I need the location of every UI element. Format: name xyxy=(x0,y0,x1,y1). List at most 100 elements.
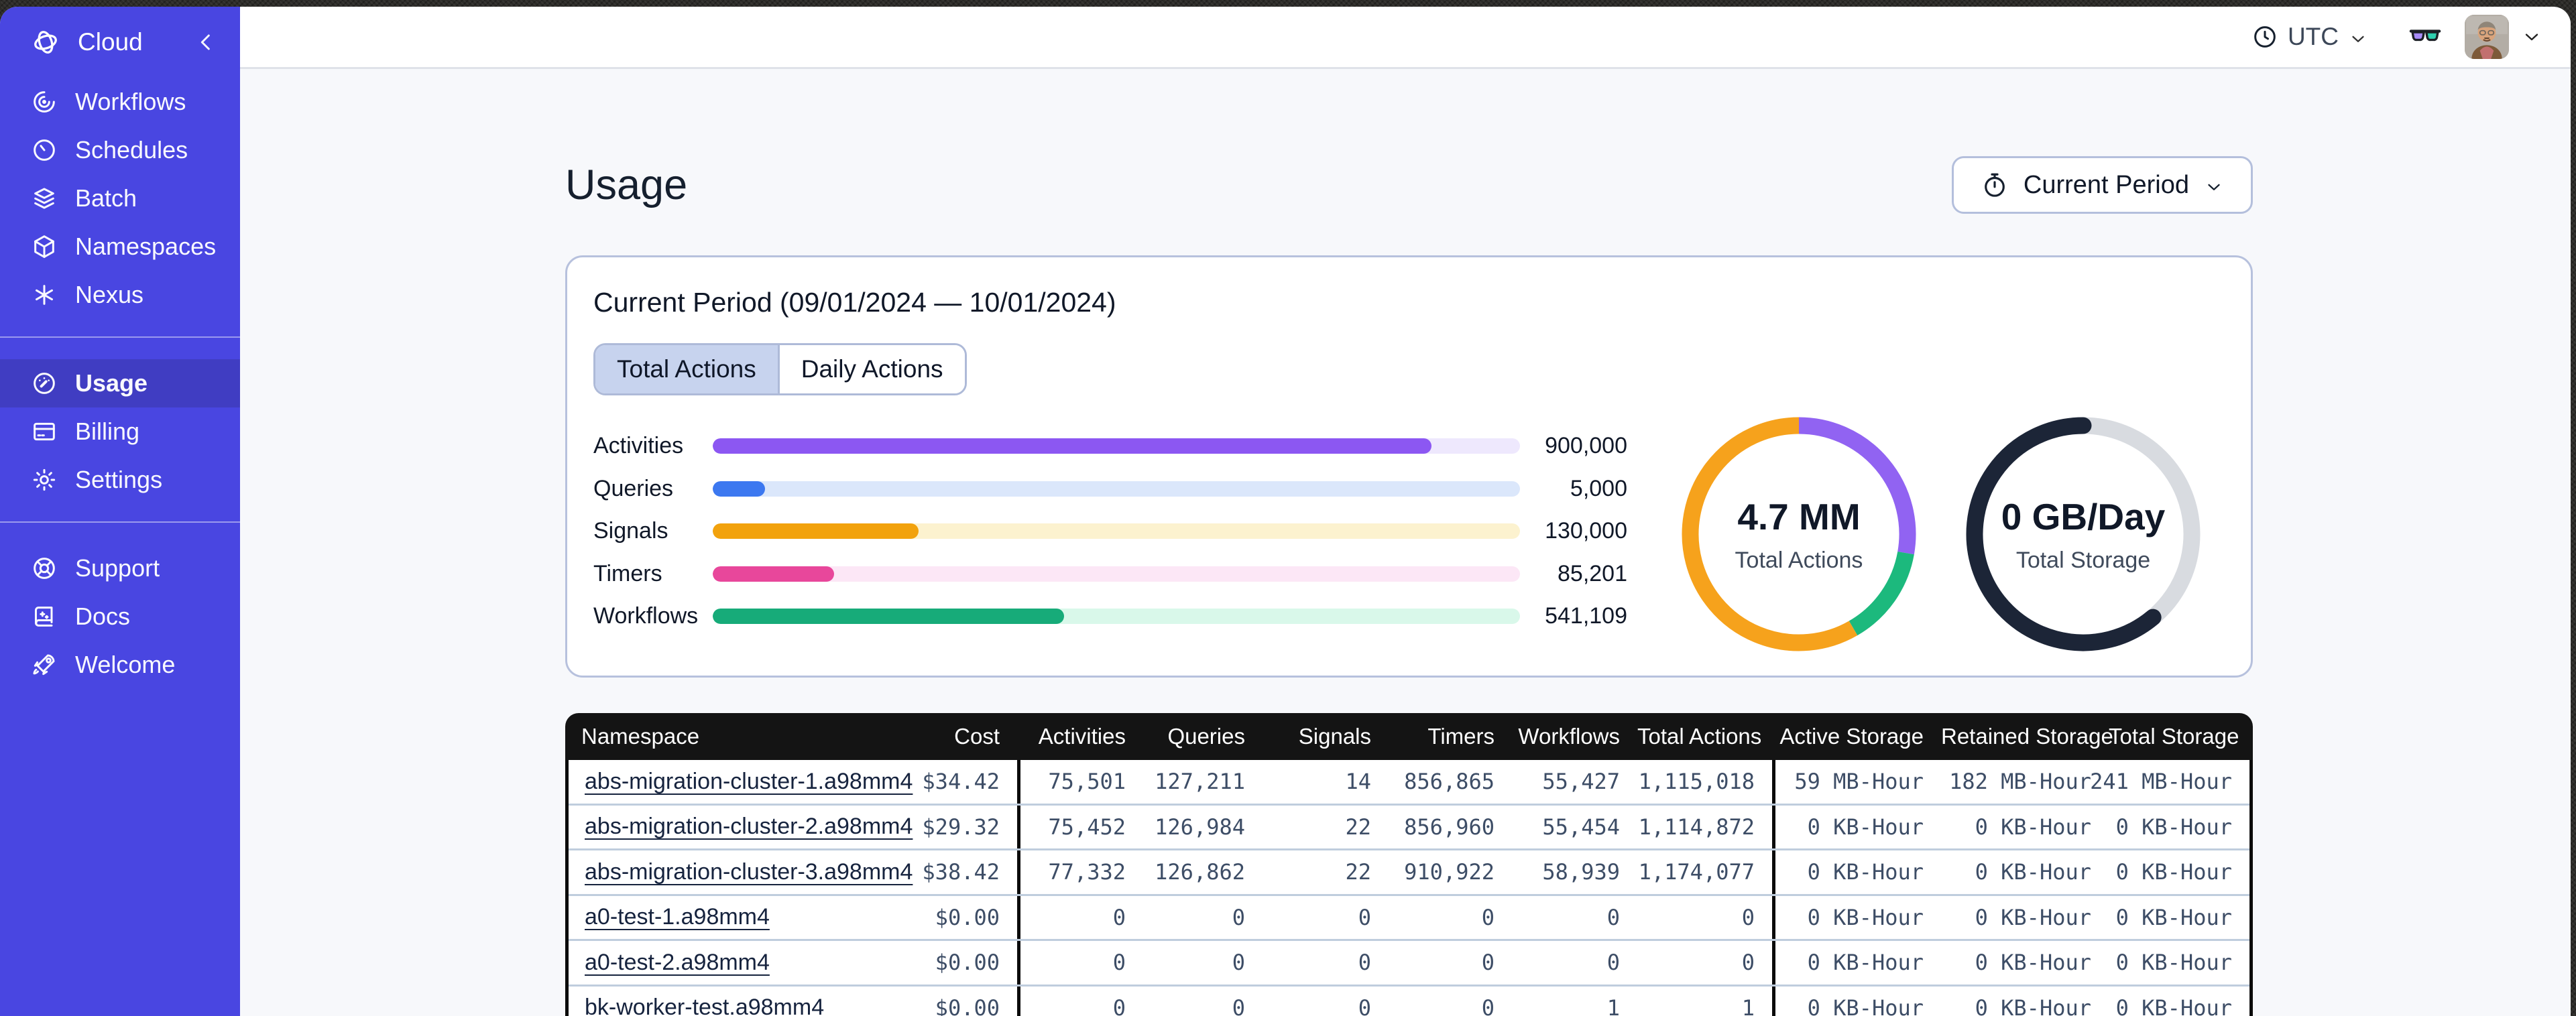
cell-activities: 0 xyxy=(1017,986,1143,1016)
cell-retained-storage: 0 KB-Hour xyxy=(1975,904,2091,930)
cell-active-storage: 0 KB-Hour xyxy=(1772,941,1941,985)
cell-workflows: 55,427 xyxy=(1542,769,1620,795)
table-header-total-storage: Total Storage xyxy=(2109,724,2239,749)
sidebar-collapse-button[interactable] xyxy=(193,29,220,56)
bar-value: 5,000 xyxy=(1570,475,1627,501)
sidebar-item-support[interactable]: Support xyxy=(0,544,240,592)
usage-bar-row-activities: Activities 900,000 xyxy=(593,425,1627,468)
user-menu-chevron-icon[interactable] xyxy=(2521,26,2542,48)
table-row: abs-migration-cluster-2.a98mm4 $29.32 75,4… xyxy=(569,803,2249,849)
temporal-logo-icon xyxy=(31,27,60,57)
cell-namespace: bk-worker-test.a98mm4 xyxy=(569,987,860,1016)
table-row: abs-migration-cluster-3.a98mm4 $38.42 77,3… xyxy=(569,848,2249,894)
cell-total-storage: 0 KB-Hour xyxy=(2115,859,2232,885)
sidebar-item-label: Schedules xyxy=(75,136,188,164)
docs-icon xyxy=(31,603,58,630)
sidebar-item-label: Docs xyxy=(75,602,131,630)
table-header-activities: Activities xyxy=(1038,724,1126,749)
cell-activities: 75,452 xyxy=(1017,805,1143,848)
donut-label: Total Storage xyxy=(2015,547,2151,573)
bar-label: Queries xyxy=(593,475,674,501)
tab-daily-actions[interactable]: Daily Actions xyxy=(777,345,965,393)
cell-namespace: a0-test-2.a98mm4 xyxy=(569,941,860,985)
cell-active-storage: 59 MB-Hour xyxy=(1772,760,1941,804)
sidebar-item-docs[interactable]: Docs xyxy=(0,592,240,641)
tab-total-actions[interactable]: Total Actions xyxy=(595,345,778,393)
sidebar-divider xyxy=(0,521,240,523)
cell-active-storage: 0 KB-Hour xyxy=(1772,986,1941,1016)
table-body: abs-migration-cluster-1.a98mm4 $34.42 75,5… xyxy=(565,760,2253,1016)
sidebar-brand[interactable]: Cloud xyxy=(0,7,240,78)
cell-retained-storage: 0 KB-Hour xyxy=(1975,995,2091,1016)
bar-track xyxy=(713,481,1520,497)
table-header-row: Namespace Cost Activities Queries Signals Tim… xyxy=(565,713,2253,760)
bar-track xyxy=(713,523,1520,539)
sidebar-item-settings[interactable]: Settings xyxy=(0,456,240,504)
usage-icon xyxy=(31,370,58,397)
user-avatar[interactable] xyxy=(2465,15,2509,59)
cell-timers: 0 xyxy=(1481,995,1495,1016)
namespace-link[interactable]: a0-test-1.a98mm4 xyxy=(585,904,770,930)
topbar: UTC xyxy=(240,7,2571,69)
cell-active-storage: 0 KB-Hour xyxy=(1772,805,1941,848)
cell-total-actions: 1 xyxy=(1741,995,1755,1016)
feedback-glasses-icon[interactable] xyxy=(2407,19,2443,55)
sidebar-item-batch[interactable]: Batch xyxy=(0,174,240,223)
sidebar-item-schedules[interactable]: Schedules xyxy=(0,126,240,174)
donut-center-text: 0 GB/Day Total Storage xyxy=(1962,413,2205,655)
cell-queries: 126,984 xyxy=(1155,814,1245,840)
usage-bar-row-workflows: Workflows 541,109 xyxy=(593,595,1627,638)
sidebar-item-label: Namespaces xyxy=(75,233,217,260)
cell-timers: 856,960 xyxy=(1404,814,1495,840)
sidebar-brand-label: Cloud xyxy=(78,28,143,56)
timezone-label: UTC xyxy=(2287,23,2339,50)
desktop-background: { "topbar": { "timezone": "UTC", "icons"… xyxy=(0,0,2576,1016)
period-select-label: Current Period xyxy=(2023,170,2189,199)
cell-namespace: abs-migration-cluster-1.a98mm4 xyxy=(569,760,913,804)
billing-icon xyxy=(31,418,58,445)
cell-queries: 0 xyxy=(1232,995,1245,1016)
period-select-button[interactable]: Current Period xyxy=(1951,156,2253,214)
cell-signals: 22 xyxy=(1345,814,1371,840)
sidebar-item-namespaces[interactable]: Namespaces xyxy=(0,223,240,271)
table-header-total-actions: Total Actions xyxy=(1637,724,1762,749)
cell-timers: 856,865 xyxy=(1404,769,1495,795)
cell-retained-storage: 0 KB-Hour xyxy=(1975,814,2091,840)
sidebar-item-usage[interactable]: Usage xyxy=(0,359,240,407)
cell-workflows: 0 xyxy=(1606,950,1620,976)
sidebar-item-welcome[interactable]: Welcome xyxy=(0,641,240,689)
usage-bar-row-queries: Queries 5,000 xyxy=(593,468,1627,511)
title-row: Usage Current Period xyxy=(565,156,2253,214)
sidebar-item-label: Workflows xyxy=(75,88,186,115)
namespace-link[interactable]: a0-test-2.a98mm4 xyxy=(585,950,770,976)
cell-cost: $0.00 xyxy=(935,904,1000,930)
page-title: Usage xyxy=(565,162,688,208)
cell-workflows: 0 xyxy=(1606,904,1620,930)
cell-total-actions: 1,114,872 xyxy=(1638,814,1755,840)
bar-label: Activities xyxy=(593,433,684,459)
table-header-namespace: Namespace xyxy=(581,724,700,749)
sidebar: Cloud Workflows Schedules Batch Namespaces N… xyxy=(0,7,240,1016)
namespaces-icon xyxy=(31,233,58,260)
sidebar-item-billing[interactable]: Billing xyxy=(0,407,240,456)
cell-active-storage: 0 KB-Hour xyxy=(1772,895,1941,939)
sidebar-item-nexus[interactable]: Nexus xyxy=(0,271,240,319)
cell-workflows: 55,454 xyxy=(1542,814,1620,840)
sidebar-item-label: Usage xyxy=(75,369,148,397)
cell-namespace: abs-migration-cluster-2.a98mm4 xyxy=(569,806,913,849)
sidebar-item-workflows[interactable]: Workflows xyxy=(0,78,240,126)
page-content: Usage Current Period Current Period (09/… xyxy=(240,69,2253,1016)
sidebar-item-label: Nexus xyxy=(75,281,144,308)
sidebar-item-label: Welcome xyxy=(75,651,176,678)
timezone-picker[interactable]: UTC xyxy=(2251,23,2368,51)
sidebar-divider xyxy=(0,336,240,338)
schedules-icon xyxy=(31,137,58,164)
cell-queries: 0 xyxy=(1232,950,1245,976)
bar-label: Signals xyxy=(593,518,668,544)
namespace-link[interactable]: bk-worker-test.a98mm4 xyxy=(585,995,824,1016)
cell-activities: 75,501 xyxy=(1017,760,1143,804)
app-window: Cloud Workflows Schedules Batch Namespaces N… xyxy=(0,7,2571,1016)
cell-cost: $34.42 xyxy=(922,769,1000,795)
usage-card-title: Current Period (09/01/2024 — 10/01/2024) xyxy=(593,287,1116,318)
cell-activities: 0 xyxy=(1017,941,1143,985)
